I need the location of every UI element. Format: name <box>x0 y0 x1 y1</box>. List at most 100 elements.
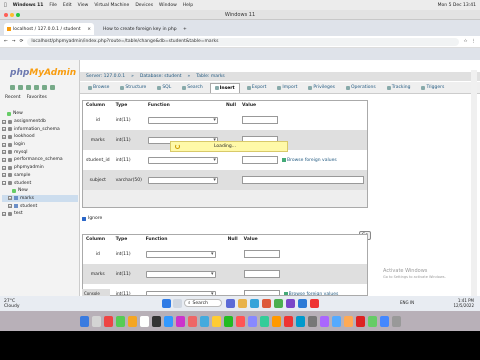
tree-item[interactable]: New <box>2 110 78 118</box>
tab-browse[interactable]: Browse <box>84 83 113 92</box>
value-input[interactable] <box>243 270 280 278</box>
dock-app-icon[interactable] <box>163 315 173 327</box>
function-select[interactable] <box>147 116 218 124</box>
new-tab-button[interactable]: + <box>180 23 188 35</box>
menu-devices[interactable]: Devices <box>135 3 153 8</box>
menu-file[interactable]: File <box>49 3 57 8</box>
expand-icon[interactable]: + <box>2 127 6 132</box>
dock-app-icon[interactable] <box>199 315 209 327</box>
language-indicator[interactable]: ENG IN <box>400 300 414 305</box>
dock-app-icon[interactable] <box>211 315 221 327</box>
taskbar-clock[interactable]: 1:41 PM 12/5/2022 <box>453 298 474 308</box>
tab-tracking[interactable]: Tracking <box>383 83 415 92</box>
function-select[interactable] <box>145 270 216 278</box>
tree-item[interactable]: + mysql <box>2 148 78 156</box>
tab-privileges[interactable]: Privileges <box>304 83 339 92</box>
tab-recent[interactable]: Recent <box>4 95 22 100</box>
value-input[interactable] <box>243 250 280 258</box>
menu-window[interactable]: Window <box>159 3 177 8</box>
xampp-icon[interactable] <box>262 299 271 308</box>
ignore-checkbox[interactable] <box>82 216 86 221</box>
dock-app-icon[interactable] <box>295 315 305 327</box>
tree-item[interactable]: + information_schema <box>2 125 78 133</box>
tree-item[interactable]: + performance_schema <box>2 156 78 164</box>
search-taskbar-icon[interactable] <box>173 299 182 308</box>
collapse-icon[interactable]: − <box>2 181 6 186</box>
breadcrumb-server[interactable]: Server: 127.0.0.1 <box>86 74 125 79</box>
menu-virtual-machine[interactable]: Virtual Machine <box>94 3 129 8</box>
tree-item[interactable]: + lookhood <box>2 133 78 141</box>
dock-app-icon[interactable] <box>367 315 377 327</box>
value-input[interactable] <box>242 116 278 124</box>
function-select[interactable] <box>147 156 218 164</box>
dock-app-icon[interactable] <box>103 315 113 327</box>
expand-icon[interactable]: + <box>2 157 6 162</box>
reload-icon[interactable]: ⟳ <box>20 39 24 44</box>
expand-icon[interactable]: + <box>2 173 6 178</box>
tree-item[interactable]: + login <box>2 141 78 149</box>
dock-app-icon[interactable] <box>127 315 137 327</box>
start-icon[interactable] <box>162 299 171 308</box>
expand-icon[interactable]: + <box>8 204 12 209</box>
vscode-icon[interactable] <box>298 299 307 308</box>
taskbar-search[interactable]: ⌕ Search <box>184 299 222 307</box>
dock-app-icon[interactable] <box>223 315 233 327</box>
star-icon[interactable]: ☆ <box>463 39 467 44</box>
dock-app-icon[interactable] <box>307 315 317 327</box>
back-icon[interactable]: ← <box>4 39 8 44</box>
dock-app-icon[interactable] <box>139 315 149 327</box>
weather-widget[interactable]: 27°C Cloudy <box>4 299 20 309</box>
task-view-icon[interactable] <box>226 299 235 308</box>
tab-insert[interactable]: Insert <box>209 82 240 93</box>
dock-app-icon[interactable] <box>259 315 269 327</box>
dock-app-icon[interactable] <box>379 315 389 327</box>
browser-tab-phpmyadmin[interactable]: localhost / 127.0.0.1 / student × <box>4 23 94 35</box>
breadcrumb-table[interactable]: Table: marks <box>196 74 225 79</box>
phpmyadmin-logo[interactable]: phpMyAdmin <box>10 68 76 78</box>
dock-app-icon[interactable] <box>331 315 341 327</box>
dock-app-icon[interactable] <box>319 315 329 327</box>
dock-app-icon[interactable] <box>115 315 125 327</box>
value-input[interactable] <box>242 156 278 164</box>
close-tab-icon[interactable]: × <box>87 27 91 32</box>
expand-icon[interactable]: + <box>2 134 6 139</box>
close-window-button[interactable] <box>4 13 8 17</box>
help-icon[interactable] <box>26 85 31 90</box>
dock-app-icon[interactable] <box>355 315 365 327</box>
logout-icon[interactable] <box>18 85 23 90</box>
tab-favorites[interactable]: Favorites <box>26 95 48 100</box>
tree-item[interactable]: + sample <box>2 172 78 180</box>
expand-icon[interactable]: + <box>2 165 6 170</box>
dock-app-icon[interactable] <box>187 315 197 327</box>
home-icon[interactable] <box>10 85 15 90</box>
tree-item[interactable]: + test <box>2 210 78 218</box>
tab-sql[interactable]: SQL <box>153 83 175 92</box>
tab-triggers[interactable]: Triggers <box>417 83 448 92</box>
tree-item[interactable]: + marks <box>2 194 78 203</box>
expand-icon[interactable]: + <box>2 150 6 155</box>
menu-view[interactable]: View <box>78 3 89 8</box>
expand-icon[interactable]: + <box>2 142 6 147</box>
menu-app[interactable]: Windows 11 <box>13 3 44 8</box>
value-input[interactable] <box>242 176 364 184</box>
tree-item[interactable]: New <box>2 187 78 195</box>
breadcrumb-database[interactable]: Database: student <box>140 74 182 79</box>
dock-app-icon[interactable] <box>271 315 281 327</box>
browser-tab-youtube[interactable]: How to create foreign key in php × <box>98 23 178 35</box>
vs-icon[interactable] <box>286 299 295 308</box>
dock-app-icon[interactable] <box>343 315 353 327</box>
app-icon[interactable] <box>310 299 319 308</box>
menu-help[interactable]: Help <box>183 3 193 8</box>
dock-app-icon[interactable] <box>175 315 185 327</box>
tree-item[interactable]: + assignmentdb <box>2 118 78 126</box>
url-input[interactable]: localhost/phpmyadmin/index.php?route=/ta… <box>27 37 460 46</box>
tree-item[interactable]: + phpmyadmin <box>2 164 78 172</box>
file-explorer-icon[interactable] <box>238 299 247 308</box>
apple-icon[interactable]:  <box>4 3 7 8</box>
page-scrollbar[interactable] <box>471 70 477 296</box>
function-select[interactable] <box>145 250 216 258</box>
browse-foreign-link[interactable]: Browse foreign values <box>282 158 337 163</box>
dock-app-icon[interactable] <box>235 315 245 327</box>
forward-icon[interactable]: → <box>12 39 16 44</box>
menu-edit[interactable]: Edit <box>63 3 72 8</box>
